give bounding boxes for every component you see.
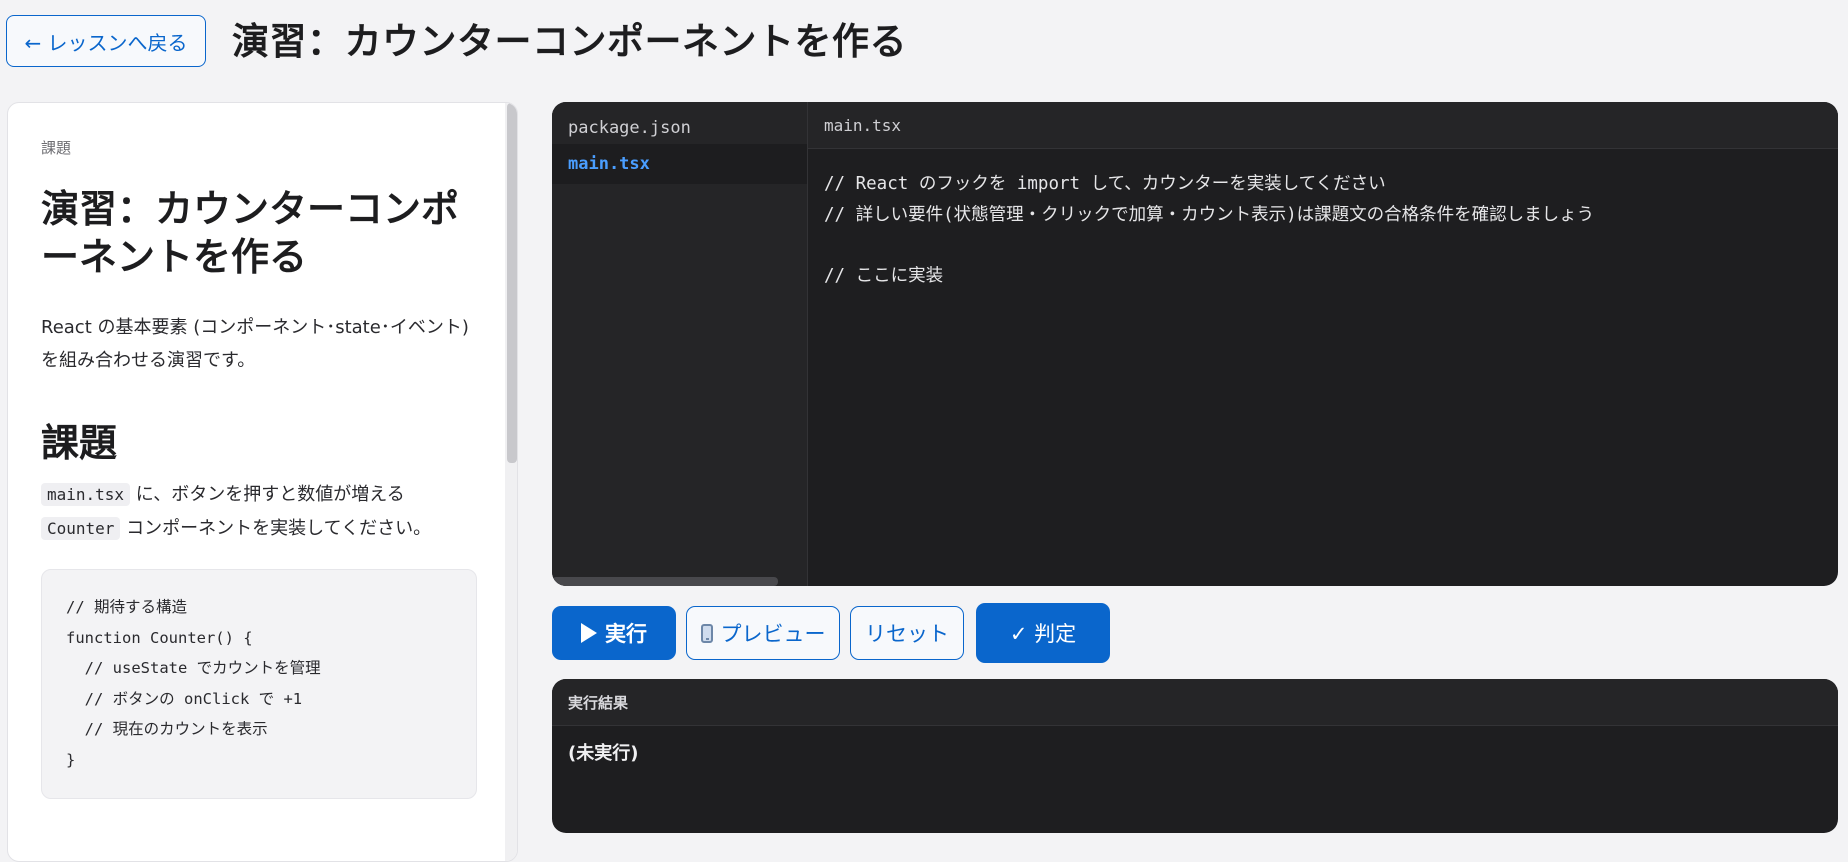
task-description: React の基本要素 (コンポーネント･state･イベント) を組み合わせる… <box>41 317 469 371</box>
editor-tab-main-tsx[interactable]: main.tsx <box>808 102 1838 149</box>
inline-code-file: main.tsx <box>41 483 131 506</box>
back-to-lesson-button[interactable]: ← レッスンへ戻る <box>6 15 206 67</box>
code-editor: package.json main.tsx main.tsx // React … <box>552 102 1838 586</box>
task-panel-scrollbar[interactable] <box>507 103 517 463</box>
section-title: 課題 <box>41 421 118 465</box>
play-icon <box>581 623 597 643</box>
task-body: main.tsx に、ボタンを押すと数値が増える Counter コンポーネント… <box>41 478 481 546</box>
output-body: (未実行) <box>568 743 639 764</box>
run-button[interactable]: 実行 <box>552 606 676 660</box>
task-panel: 課題 演習：カウンターコンポーネントを作る React の基本要素 (コンポーネ… <box>7 102 518 862</box>
output-panel: 実行結果 (未実行) <box>552 679 1838 833</box>
judge-button[interactable]: ✓ 判定 <box>976 603 1110 663</box>
output-header: 実行結果 <box>552 679 1838 726</box>
file-tree-scrollbar[interactable] <box>552 577 778 586</box>
task-body-text-2: コンポーネントを実装してください。 <box>126 518 432 539</box>
reset-label: リセット <box>865 622 949 646</box>
header: ← レッスンへ戻る 演習：カウンターコンポーネントを作る <box>0 0 1848 86</box>
reset-button[interactable]: リセット <box>850 606 964 660</box>
page-title: 演習：カウンターコンポーネントを作る <box>232 20 907 63</box>
file-item-main-tsx[interactable]: main.tsx <box>552 144 807 184</box>
code-textarea[interactable]: // React のフックを import して、カウンターを実装してください … <box>808 149 1838 586</box>
back-label: ← レッスンへ戻る <box>24 30 188 55</box>
expected-structure-code: // 期待する構造 function Counter() { // useSta… <box>41 569 477 799</box>
preview-label: プレビュー <box>720 622 826 646</box>
preview-button[interactable]: プレビュー <box>686 606 840 660</box>
task-title: 演習：カウンターコンポーネントを作る <box>41 187 460 279</box>
run-label: 実行 <box>605 622 647 646</box>
file-tree: package.json main.tsx <box>552 102 808 586</box>
file-item-package-json[interactable]: package.json <box>552 108 807 148</box>
task-eyebrow: 課題 <box>41 139 72 157</box>
task-body-text-1: に、ボタンを押すと数値が増える <box>135 484 405 505</box>
judge-label: ✓ 判定 <box>1009 622 1077 646</box>
mobile-phone-icon <box>700 623 713 643</box>
inline-code-component: Counter <box>41 517 121 540</box>
